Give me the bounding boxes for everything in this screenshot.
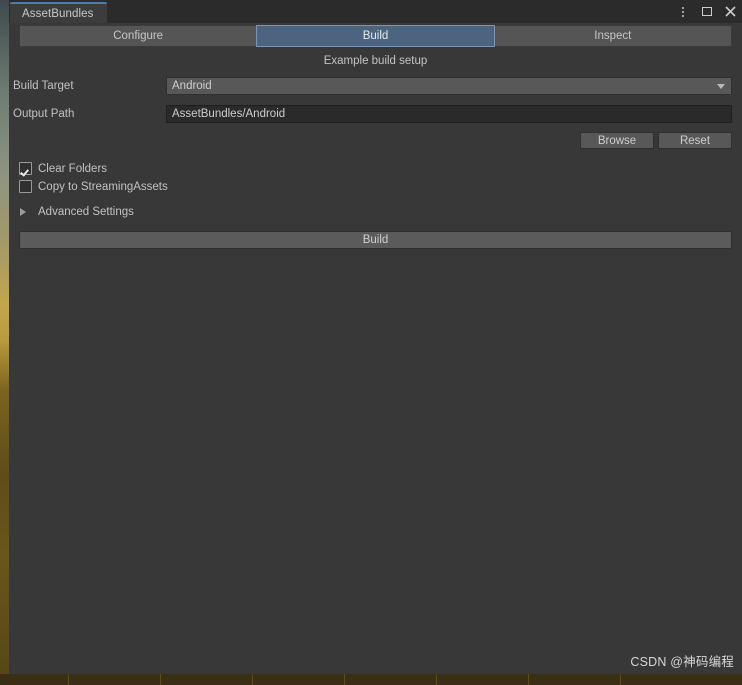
taskbar-divider <box>68 674 69 685</box>
output-path-row: Output Path AssetBundles/Android <box>11 104 732 124</box>
build-target-label: Build Target <box>13 80 74 92</box>
taskbar-divider <box>252 674 253 685</box>
advanced-settings-foldout[interactable]: Advanced Settings <box>20 203 742 220</box>
section-title: Example build setup <box>323 55 428 67</box>
triangle-right-icon <box>20 207 32 216</box>
clear-folders-label: Clear Folders <box>38 162 108 175</box>
tab-build[interactable]: Build <box>256 25 495 47</box>
build-button[interactable]: Build <box>19 231 732 249</box>
window-controls <box>675 0 738 23</box>
close-button[interactable] <box>723 3 738 20</box>
reset-button[interactable]: Reset <box>658 132 732 149</box>
toggles-group: Clear Folders Copy to StreamingAssets <box>19 160 742 195</box>
browse-button-label: Browse <box>597 134 637 147</box>
desktop-taskbar-strip <box>0 674 742 685</box>
copy-to-streamingassets-toggle[interactable]: Copy to StreamingAssets <box>19 178 742 195</box>
assetbundles-editor-window: AssetBundles Configure Build Inspect Exa… <box>9 0 742 674</box>
reset-button-label: Reset <box>679 134 711 147</box>
tab-inspect[interactable]: Inspect <box>493 25 732 47</box>
tab-inspect-label: Inspect <box>594 30 632 42</box>
dock-tab-label: AssetBundles <box>22 7 94 20</box>
copy-to-streamingassets-label: Copy to StreamingAssets <box>38 180 168 193</box>
taskbar-divider <box>160 674 161 685</box>
checkbox-checked-icon[interactable] <box>19 162 32 175</box>
tab-configure-label: Configure <box>113 30 164 42</box>
taskbar-divider <box>344 674 345 685</box>
dock-tab-assetbundles[interactable]: AssetBundles <box>10 2 107 23</box>
tab-build-label: Build <box>362 30 389 42</box>
taskbar-divider <box>436 674 437 685</box>
watermark: CSDN @神码编程 <box>630 655 734 669</box>
mode-tab-bar: Configure Build Inspect <box>19 25 732 47</box>
browse-button[interactable]: Browse <box>580 132 654 149</box>
kebab-menu-icon <box>681 6 684 17</box>
maximize-icon <box>701 7 712 16</box>
path-buttons-row: Browse Reset <box>9 132 732 149</box>
advanced-settings-label: Advanced Settings <box>38 205 134 218</box>
screen: AssetBundles Configure Build Inspect Exa… <box>0 0 742 685</box>
build-target-dropdown[interactable]: Android <box>166 77 732 95</box>
window-titlebar: AssetBundles <box>9 0 742 23</box>
clear-folders-toggle[interactable]: Clear Folders <box>19 160 742 177</box>
checkbox-unchecked-icon[interactable] <box>19 180 32 193</box>
output-path-label: Output Path <box>13 108 75 120</box>
chevron-down-icon <box>717 84 725 89</box>
build-panel: Example build setup Build Target Android… <box>9 47 742 249</box>
build-button-label: Build <box>362 234 389 246</box>
taskbar-divider <box>528 674 529 685</box>
output-path-value: AssetBundles/Android <box>172 108 286 120</box>
tab-configure[interactable]: Configure <box>19 25 258 47</box>
overflow-menu-button[interactable] <box>675 3 690 20</box>
close-icon <box>725 6 736 17</box>
taskbar-divider <box>620 674 621 685</box>
build-target-value: Android <box>172 80 212 92</box>
build-target-row: Build Target Android <box>11 76 732 96</box>
maximize-button[interactable] <box>699 3 714 20</box>
desktop-background-strip <box>0 0 9 677</box>
output-path-input[interactable]: AssetBundles/Android <box>166 105 732 123</box>
